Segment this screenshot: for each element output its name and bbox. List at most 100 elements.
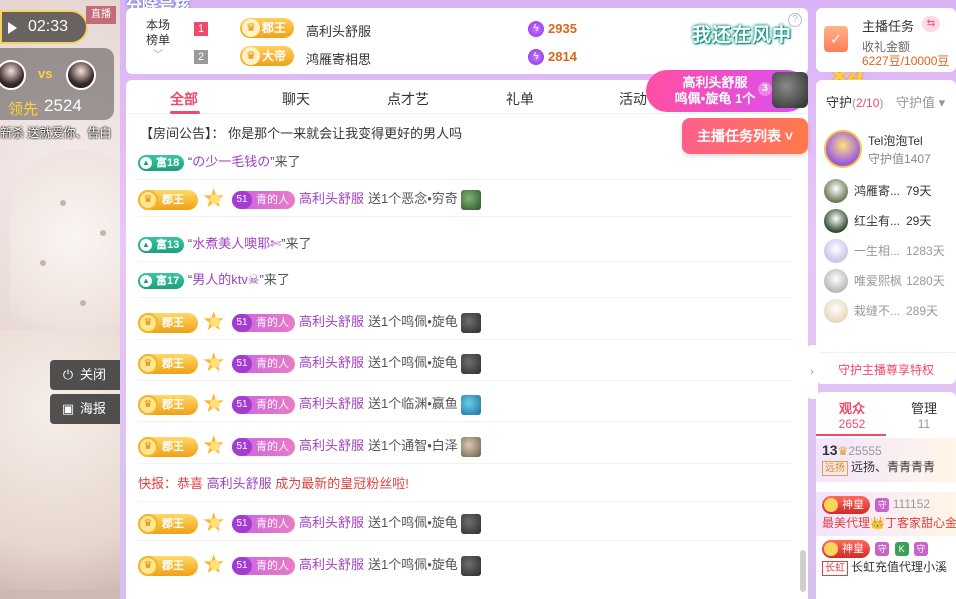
fan-club-badge: 51 青的人: [232, 396, 295, 414]
lightning-icon: ϟ: [528, 49, 544, 65]
chat-user-name[interactable]: 高利头舒服: [299, 314, 364, 329]
leaderboard-row[interactable]: 2 ♛ 大帝 鸿雁寄相思 ϟ 2814: [194, 44, 794, 70]
chevron-down-icon[interactable]: ﹀: [144, 48, 172, 63]
gift-message: 送1个鸣佩•旋龟: [368, 557, 458, 573]
guard-tab[interactable]: 守护(2/10): [826, 92, 883, 111]
noble-badge: ♛ 郡王: [138, 437, 198, 457]
audience-row[interactable]: 13♛25555 远扬 远扬、青青青青: [816, 438, 956, 482]
noble-badge-label: 郡王: [162, 399, 184, 411]
guard-name: 红尘有...: [854, 214, 901, 228]
noble-badge-label: 神皇: [842, 499, 864, 511]
chat-user-name[interactable]: 高利头舒服: [299, 438, 364, 453]
audience-tab-indicator: [816, 434, 886, 436]
chat-user-name[interactable]: 高利头舒服: [299, 557, 364, 572]
noble-badge-label: 郡王: [262, 21, 287, 35]
host-task-list-button[interactable]: 主播任务列表 ˅: [682, 118, 808, 154]
help-icon[interactable]: ?: [788, 13, 802, 27]
guard-privilege-link[interactable]: 守护主播尊享特权: [816, 352, 956, 378]
enter-suffix: 来了: [263, 272, 290, 287]
tab-admins[interactable]: 管理 11: [894, 398, 954, 431]
chat-scrollbar[interactable]: [800, 550, 806, 592]
leaderboard-user-name[interactable]: 鸿雁寄相思: [306, 49, 371, 68]
turtle-gift-icon: [772, 72, 808, 108]
swap-icon[interactable]: ⇆: [922, 16, 940, 32]
gift-icon: [460, 313, 481, 333]
k-mini-icon: K: [894, 542, 909, 556]
leaderboard-user-name[interactable]: 高利头舒服: [306, 21, 371, 40]
chat-user-name[interactable]: 高利头舒服: [207, 476, 272, 491]
tab-all[interactable]: 全部: [170, 89, 198, 109]
chat-message: ♛ 郡王 ★51 青的人高利头舒服送1个鸣佩•旋龟: [138, 349, 792, 381]
crown-icon: ♛: [837, 444, 849, 458]
guard-row[interactable]: 鸿雁寄... 79天: [822, 178, 952, 204]
tab-audience[interactable]: 观众 2652: [822, 398, 882, 431]
leaderboard-title[interactable]: 本场 榜单 ﹀: [144, 18, 172, 63]
chat-user-name[interactable]: 高利头舒服: [299, 191, 364, 206]
top-guard[interactable]: Tel泡泡Tel 守护值1407: [822, 128, 952, 174]
guard-row[interactable]: 红尘有... 29天: [822, 208, 952, 234]
audience-tag: 长虹: [822, 561, 848, 576]
chat-user-name[interactable]: 男人的ktv☠: [192, 272, 259, 287]
video-player[interactable]: 02:33 直播 vs 领先 2524 新杀 送就爱你、告白 ⏻ 关闭 ▣ 海报: [0, 0, 120, 599]
pk-score: 2524: [44, 96, 82, 115]
star-center: [210, 518, 220, 528]
pk-opponent-avatar[interactable]: [66, 60, 96, 90]
collapse-sidebar-arrow[interactable]: ›: [806, 345, 818, 399]
star-center: [210, 560, 220, 570]
chat-message: ▲ 富13 “水煮美人噢耶✄”来了: [138, 232, 792, 262]
guard-avatar: [824, 269, 848, 293]
leaderboard-slogan: 我还在风中: [691, 25, 792, 46]
star-center: [210, 317, 220, 327]
guard-mini-icon: 守: [914, 542, 929, 556]
guard-row[interactable]: 栽缝不... 289天: [822, 298, 952, 324]
poster-label: 海报: [80, 401, 107, 416]
poster-button[interactable]: ▣ 海报: [50, 394, 120, 424]
chat-user-name[interactable]: 高利头舒服: [299, 515, 364, 530]
noble-badge: 神皇: [822, 540, 870, 558]
top-guard-avatar: [824, 130, 862, 168]
guard-row[interactable]: 一生相... 1283天: [822, 238, 952, 264]
wealth-level: 富17: [156, 274, 180, 287]
wealth-level-badge: ▲ 富13: [138, 236, 185, 253]
chat-user-name[interactable]: 高利头舒服: [299, 355, 364, 370]
chat-user-name[interactable]: 水煮美人噢耶✄: [192, 236, 281, 251]
audience-row[interactable]: 神皇 守 111152 最美代理👑丁客家甜心金: [816, 492, 956, 536]
guard-mini-icon: 守: [875, 542, 890, 556]
guard-row[interactable]: 唯爱熙枫 1280天: [822, 268, 952, 294]
fan-level: 51: [232, 396, 252, 414]
chat-user-name[interactable]: 高利头舒服: [299, 396, 364, 411]
guard-panel: 守护(2/10) 守护值 ▾ Tel泡泡Tel 守护值1407 鸿雁寄... 79…: [816, 80, 956, 384]
lightning-icon: ϟ: [528, 21, 544, 37]
top-guard-value: 守护值1407: [868, 152, 931, 166]
pk-timer-text: 02:33: [28, 18, 69, 35]
video-detail: [60, 200, 66, 206]
audience-row[interactable]: 神皇 守 K 守 长虹 长虹充值代理小溪: [816, 536, 956, 580]
crown-icon: [824, 498, 838, 512]
host-task-card[interactable]: ✓ 主播任务 ⇆ 收礼金额 6227豆/10000豆: [816, 8, 956, 72]
noble-badge: ♛ 郡王: [138, 190, 198, 210]
star-center: [210, 399, 220, 409]
star-icon: ★: [202, 432, 228, 460]
star-center: [210, 194, 220, 204]
chat-message: ♛ 郡王 ★51 青的人高利头舒服送1个通智•白泽: [138, 432, 792, 464]
quote-open: “: [184, 236, 193, 251]
host-task-list-label: 主播任务列表: [696, 128, 781, 144]
star-icon: ★: [202, 308, 228, 336]
gift-message: 送1个临渊•赢鱼: [368, 396, 458, 412]
flash-news: 快报：恭喜 高利头舒服 成为最新的皇冠粉丝啦!: [138, 476, 409, 491]
noble-badge-label: 郡王: [162, 518, 184, 530]
star-icon: ★: [202, 390, 228, 418]
gift-icon: [460, 354, 481, 374]
crown-icon: ♛: [138, 556, 158, 576]
tab-chat[interactable]: 聊天: [282, 89, 310, 109]
pk-host-avatar[interactable]: [0, 60, 26, 90]
tab-activity[interactable]: 活动: [619, 89, 647, 109]
audience-panel: 观众 2652 管理 11 13♛25555 远扬 远扬、青青青青 神皇 守 11…: [816, 392, 956, 599]
close-video-button[interactable]: ⏻ 关闭: [50, 360, 120, 390]
tab-talent[interactable]: 点才艺: [387, 89, 429, 109]
tab-gift-list[interactable]: 礼单: [506, 89, 534, 109]
fan-club-badge: 51 青的人: [232, 191, 295, 209]
chat-user-name[interactable]: の少一毛钱の: [192, 154, 270, 169]
fan-level: 51: [232, 438, 252, 456]
guard-value-sort[interactable]: 守护值 ▾: [896, 92, 945, 111]
